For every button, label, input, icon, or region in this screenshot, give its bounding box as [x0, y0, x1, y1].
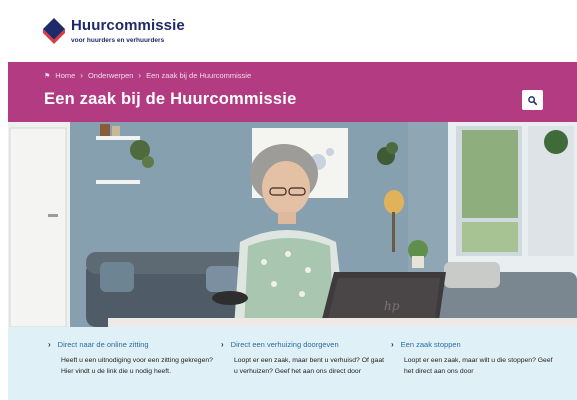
logo-tagline: voor huurders en verhuurders	[71, 37, 165, 44]
title-band: ⚑ Home › Onderwerpen › Een zaak bij de H…	[8, 62, 577, 122]
breadcrumb-separator-icon: ›	[80, 71, 83, 80]
quick-link-text: Heeft u een uitnodiging voor een zitting…	[61, 357, 213, 375]
quick-links: › Direct naar de online zitting Heeft u …	[8, 327, 577, 400]
page-title: Een zaak bij de Huurcommissie	[44, 90, 297, 108]
chevron-right-icon: ›	[391, 340, 394, 349]
quick-link-zaak-stoppen[interactable]: › Een zaak stoppen Loopt er een zaak, ma…	[391, 340, 556, 377]
logo-name: Huurcommissie	[71, 17, 185, 34]
site-logo[interactable]: Huurcommissie voor huurders en verhuurde…	[43, 18, 185, 44]
quick-link-online-zitting[interactable]: › Direct naar de online zitting Heeft u …	[48, 340, 213, 377]
breadcrumb-onderwerpen[interactable]: Onderwerpen	[88, 71, 133, 80]
quick-link-text: Loopt er een zaak, maar wilt u die stopp…	[404, 357, 553, 375]
home-icon[interactable]: ⚑	[44, 72, 50, 80]
site-header: Huurcommissie voor huurders en verhuurde…	[0, 0, 577, 62]
breadcrumb-separator-icon: ›	[138, 71, 142, 80]
quick-link-verhuizing[interactable]: › Direct een verhuizing doorgeven Loopt …	[221, 340, 386, 377]
search-icon	[528, 95, 537, 105]
quick-link-title[interactable]: Direct een verhuizing doorgeven	[231, 340, 339, 349]
chevron-right-icon: ›	[221, 340, 224, 349]
quick-link-text: Loopt er een zaak, maar bent u verhuisd?…	[234, 357, 385, 375]
search-button[interactable]	[522, 90, 543, 110]
chevron-right-icon: ›	[48, 340, 51, 349]
quick-link-title[interactable]: Een zaak stoppen	[401, 340, 461, 349]
breadcrumb-current: Een zaak bij de Huurcommissie	[146, 71, 252, 80]
breadcrumb-home[interactable]: Home	[55, 71, 75, 80]
svg-text:hp: hp	[384, 299, 400, 313]
breadcrumb: ⚑ Home › Onderwerpen › Een zaak bij de H…	[44, 71, 251, 80]
hero-photo: hp	[8, 122, 577, 327]
hero-illustration: hp	[8, 122, 577, 327]
huurcommissie-logo-icon	[43, 18, 65, 44]
quick-link-title[interactable]: Direct naar de online zitting	[58, 340, 149, 349]
